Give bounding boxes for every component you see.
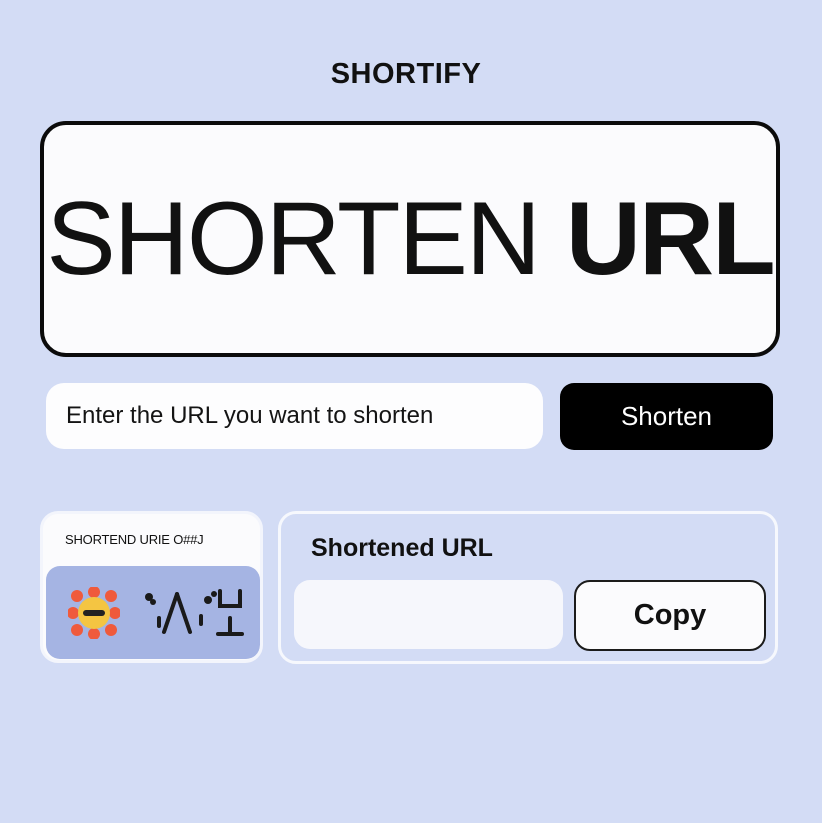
emoji-face-icon (68, 587, 120, 639)
shortened-url-field[interactable] (294, 580, 563, 649)
preview-caption: SHORTEND URIE O##J (65, 532, 204, 547)
hero-heading-bold: URL (565, 180, 776, 297)
hero-heading: SHORTEN URL (46, 180, 776, 299)
shortened-url-title: Shortened URL (311, 534, 493, 562)
hero-banner: SHORTEN URL (40, 121, 780, 357)
shorten-button[interactable]: Shorten (560, 383, 773, 450)
copy-button[interactable]: Copy (574, 580, 766, 651)
preview-image (46, 566, 260, 659)
url-input[interactable] (46, 383, 543, 449)
hero-heading-light: SHORTEN (46, 180, 566, 297)
app-title: SHORTIFY (330, 58, 482, 90)
preview-card: SHORTEND URIE O##J (40, 511, 263, 663)
glyph-symbols-icon (145, 589, 244, 636)
shortened-url-panel: Shortened URL Copy (278, 511, 778, 664)
